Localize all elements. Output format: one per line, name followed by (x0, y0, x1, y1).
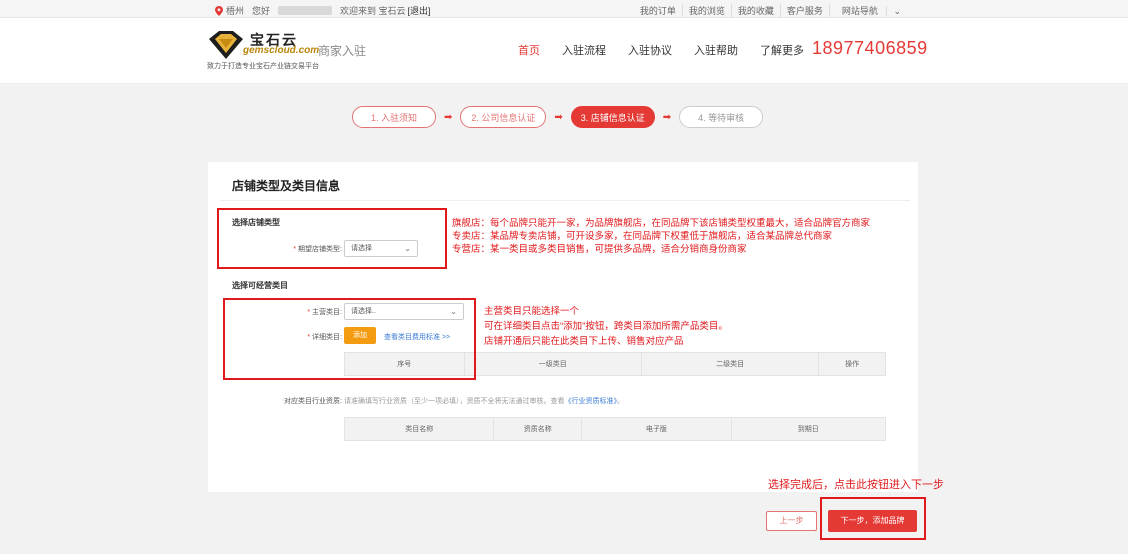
greeting: 您好 (252, 6, 271, 16)
step-2: 2. 公司信息认证 (460, 106, 547, 128)
annotation-line: 专卖店：某品牌专卖店铺，可开设多家，在同品牌下权重低于旗舰店，适合某品牌总代商家 (452, 231, 833, 242)
top-bar: 梧州 您好 欢迎来到 宝石云 [退出] 我的订单 我的浏览 我的收藏 客户服务 … (0, 0, 1128, 18)
qualification-hint: 请准确填写行业资质（至少一项必填），资质不全将无法通过审核。查看《行业资质标准》… (344, 398, 624, 405)
brand-domain: gemscloud.com (243, 45, 320, 56)
my-orders-link[interactable]: 我的订单 (634, 4, 682, 17)
page-title: 店铺类型及类目信息 (232, 179, 341, 193)
col-category-name: 类目名称 (345, 418, 495, 440)
nav-process[interactable]: 入驻流程 (562, 42, 606, 58)
arrow-right-icon: ➡ (444, 111, 453, 123)
arrow-right-icon: ➡ (554, 111, 563, 123)
annotation-line: 可在详细类目点击“添加”按钮，跨类目添加所需产品类目。 (484, 321, 728, 332)
chevron-down-icon: ⌄ (886, 6, 907, 16)
col-level1: 一级类目 (465, 353, 642, 375)
merchant-title: 商家入驻 (318, 44, 367, 58)
my-history-link[interactable]: 我的浏览 (681, 4, 731, 17)
username-redacted (278, 6, 333, 15)
site-nav-label: 网站导航 (841, 6, 878, 16)
city: 梧州 (226, 6, 245, 16)
top-links: 我的订单 我的浏览 我的收藏 客户服务 网站导航 ⌄ (634, 4, 913, 17)
annotation-line: 主营类目只能选择一个 (484, 306, 580, 317)
col-electronic: 电子版 (582, 418, 732, 440)
welcome-text: 欢迎来到 宝石云 (340, 6, 406, 16)
nav-help[interactable]: 入驻帮助 (694, 42, 738, 58)
gem-logo-icon (209, 31, 243, 59)
location[interactable]: 梧州 (215, 4, 244, 17)
category-highlight-box (223, 298, 476, 380)
col-level2: 二级类目 (642, 353, 820, 375)
progress-steps: 1. 入驻须知 ➡ 2. 公司信息认证 ➡ 3. 店铺信息认证 ➡ 4. 等待审… (352, 106, 764, 128)
customer-service-link[interactable]: 客户服务 (779, 4, 829, 17)
qualification-label: 对应类目行业资质: (284, 398, 342, 405)
site-nav-dropdown[interactable]: 网站导航 ⌄ (828, 4, 913, 17)
previous-button[interactable]: 上一步 (766, 511, 817, 531)
brand-slogan: 致力于打造专业宝石产业链交易平台 (207, 63, 319, 70)
nav-more[interactable]: 了解更多 (760, 42, 804, 58)
logo[interactable]: 宝石云 gemscloud.com 致力于打造专业宝石产业链交易平台 (207, 28, 320, 76)
shop-type-annotation: 旗舰店：每个品牌只能开一家，为品牌旗舰店，在同品牌下该店铺类型权重最大，适合品牌… (452, 217, 870, 256)
nav-agreement[interactable]: 入驻协议 (628, 42, 672, 58)
step-1: 1. 入驻须知 (352, 106, 436, 128)
hotline-phone: 18977406859 (812, 38, 928, 58)
qualification-table-header: 类目名称 资质名称 电子版 到期日 (344, 417, 886, 441)
main-nav: 首页 入驻流程 入驻协议 入驻帮助 了解更多 (518, 42, 826, 58)
col-expiry: 到期日 (797, 426, 819, 433)
arrow-right-icon: ➡ (662, 111, 672, 123)
logout-link[interactable]: [退出] (408, 4, 431, 17)
next-step-annotation: 选择完成后，点击此按钮进入下一步 (768, 479, 944, 491)
location-pin-icon (215, 5, 223, 16)
shop-type-highlight-box (217, 208, 447, 269)
category-annotation: 主营类目只能选择一个 可在详细类目点击“添加”按钮，跨类目添加所需产品类目。 店… (484, 304, 728, 349)
my-favorites-link[interactable]: 我的收藏 (730, 4, 780, 17)
nav-home[interactable]: 首页 (518, 42, 540, 58)
header: 宝石云 gemscloud.com 致力于打造专业宝石产业链交易平台 商家入驻 … (0, 18, 1128, 84)
col-action: 操作 (845, 361, 860, 368)
annotation-line: 店铺开通后只能在此类目下上传、销售对应产品 (484, 336, 684, 347)
annotation-line: 旗舰店：每个品牌只能开一家，为品牌旗舰店，在同品牌下该店铺类型权重最大，适合品牌… (452, 218, 871, 229)
step-3: 3. 店铺信息认证 (570, 106, 655, 128)
qualification-standard-link[interactable]: 《行业资质标准》 (565, 398, 618, 405)
annotation-line: 专营店：某一类目或多类目销售，可提供多品牌，适合分销商身份商家 (452, 244, 747, 255)
col-qualification-name: 资质名称 (494, 418, 583, 440)
divider (220, 200, 910, 201)
step-4: 4. 等待审核 (679, 106, 764, 128)
category-section-title: 选择可经营类目 (232, 281, 288, 290)
next-add-brand-button[interactable]: 下一步，添加品牌 (828, 510, 917, 532)
